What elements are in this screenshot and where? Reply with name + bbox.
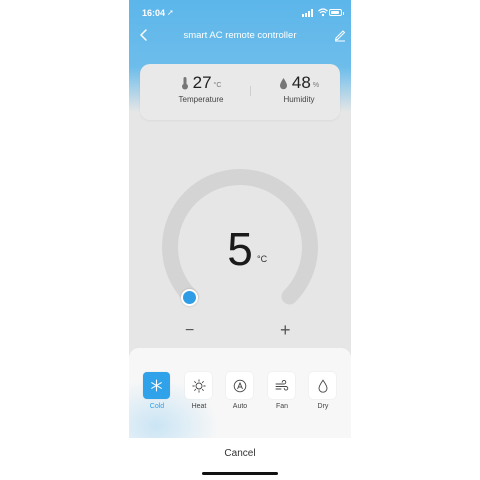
edit-pencil-icon[interactable] [334,28,346,42]
humidity-reading: 48 % Humidity [254,72,344,104]
dial-knob[interactable] [181,289,198,306]
status-time: 16:04 [142,8,166,18]
mode-label: Auto [232,403,248,410]
mode-dry[interactable]: Dry [309,372,337,410]
nav-bar: smart AC remote controller [129,26,351,46]
humidity-unit: % [312,82,320,89]
mode-auto[interactable]: Auto [226,372,254,410]
humidity-value: 48 [291,73,311,92]
mode-label: Cold [149,403,165,410]
wind-icon [275,379,288,391]
page-title: smart AC remote controller [183,30,297,41]
temperature-reading: 27 °C Temperature [156,72,246,104]
cellular-signal-icon [302,9,314,17]
mode-label: Fan [275,403,289,410]
mode-heat[interactable]: Heat [185,372,213,410]
thermometer-icon [181,77,188,90]
phone-screen: 16:04 ➚ smart AC remote controller 27 °C… [129,0,351,480]
cold-mode-button[interactable] [143,372,170,399]
wifi-icon [318,8,328,17]
mode-cold[interactable]: Cold [143,372,171,410]
temperature-label: Temperature [178,95,224,104]
cancel-button[interactable]: Cancel [129,448,351,459]
mode-fan[interactable]: Fan [268,372,296,410]
setpoint-value: 5 [227,223,253,275]
cancel-area: Cancel [129,438,351,480]
setpoint-display: 5 °C [129,222,351,276]
status-bar: 16:04 ➚ [129,0,351,24]
battery-icon [329,9,344,16]
humidity-drop-icon [279,77,287,89]
temperature-unit: °C [213,82,222,89]
temperature-value: 27 [192,73,212,92]
droplet-icon [318,378,327,393]
sun-icon [191,378,206,393]
card-divider [250,86,251,96]
dry-mode-button[interactable] [309,372,336,399]
mode-label: Heat [191,403,207,410]
increase-temp-button[interactable]: + [280,320,291,341]
decrease-temp-button[interactable]: − [185,322,194,340]
auto-mode-icon [233,379,246,392]
fan-mode-button[interactable] [268,372,295,399]
auto-mode-button[interactable] [226,372,253,399]
mode-sheet: Cold Heat Auto Fan Dry [129,348,351,438]
sensor-card: 27 °C Temperature 48 % Humidity [140,64,340,120]
setpoint-unit: °C [257,254,268,264]
home-indicator[interactable] [202,472,278,475]
mode-label: Dry [317,403,329,410]
humidity-label: Humidity [283,95,315,104]
snowflake-icon [151,379,162,392]
location-arrow-icon: ➚ [167,8,174,17]
heat-mode-button[interactable] [185,372,212,399]
